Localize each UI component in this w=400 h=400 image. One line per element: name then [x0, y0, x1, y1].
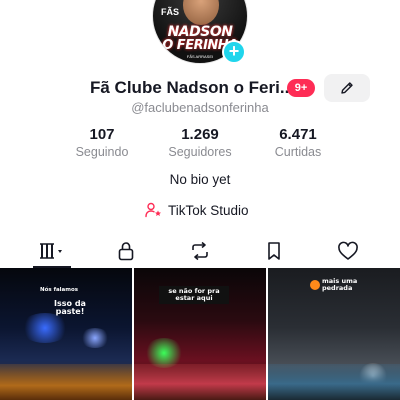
video-grid: Nós falamos Isso da paste! se não for pr… — [0, 268, 400, 400]
video-thumbnail[interactable]: mais uma pedrada — [268, 268, 400, 400]
profile-stats: 107 Seguindo 1.269 Seguidores 6.471 Curt… — [0, 126, 400, 166]
stat-likes-value: 6.471 — [279, 126, 317, 143]
brand-badge — [310, 280, 320, 290]
notification-badge[interactable]: 9+ — [287, 79, 315, 97]
stage-light — [80, 328, 110, 348]
video-overlay-text: mais uma pedrada — [322, 277, 358, 292]
lock-icon — [118, 242, 134, 261]
pencil-icon — [341, 82, 353, 94]
crowd-image — [134, 364, 266, 400]
stat-following-value: 107 — [89, 126, 115, 143]
grid-icon — [40, 243, 62, 259]
stat-following[interactable]: 107 Seguindo — [52, 126, 152, 159]
person-star-icon — [145, 202, 161, 218]
crowd-image — [0, 364, 132, 400]
stage-light — [20, 313, 70, 343]
tiktok-studio-label: TikTok Studio — [168, 202, 249, 218]
profile-bio[interactable]: No bio yet — [0, 172, 400, 187]
video-thumbnail[interactable]: Nós falamos Isso da paste! — [0, 268, 132, 400]
video-thumbnail[interactable]: se não for pra estar aqui — [134, 268, 266, 400]
stat-followers-label: Seguidores — [168, 145, 232, 159]
username: @faclubenadsonferinha — [131, 100, 269, 115]
edit-profile-button[interactable] — [324, 74, 370, 102]
stat-followers-value: 1.269 — [181, 126, 219, 143]
stat-following-label: Seguindo — [75, 145, 129, 159]
tab-videos[interactable] — [32, 236, 72, 266]
video-overlay-text: se não for pra estar aqui — [159, 286, 229, 304]
profile-avatar-container[interactable]: FÃS NADSON O FERINHA FÃS ARRASEI + — [152, 0, 248, 64]
tiktok-studio-button[interactable]: TikTok Studio — [145, 200, 249, 220]
video-overlay-small: Nós falamos — [40, 287, 79, 293]
profile-tabs — [0, 236, 400, 268]
chevron-down-icon — [58, 250, 62, 253]
avatar-face — [183, 0, 219, 25]
tab-liked[interactable] — [328, 236, 368, 266]
avatar-tag-text: FÃS — [161, 7, 179, 17]
plus-icon[interactable]: + — [222, 40, 246, 64]
tab-saved[interactable] — [254, 236, 294, 266]
profile-name-row: Fã Clube Nadson o Feri... 9+ — [0, 74, 400, 102]
stat-likes[interactable]: 6.471 Curtidas — [248, 126, 348, 159]
stat-followers[interactable]: 1.269 Seguidores — [150, 126, 250, 159]
repost-icon — [192, 241, 208, 261]
bookmark-icon — [268, 242, 280, 260]
display-name: Fã Clube Nadson o Feri... — [90, 78, 295, 97]
video-overlay-text: Isso da paste! — [54, 299, 86, 317]
crowd-image — [268, 364, 400, 400]
tab-reposts[interactable] — [180, 236, 220, 266]
tab-private[interactable] — [106, 236, 146, 266]
stat-likes-label: Curtidas — [274, 145, 322, 159]
heart-icon — [338, 241, 358, 260]
